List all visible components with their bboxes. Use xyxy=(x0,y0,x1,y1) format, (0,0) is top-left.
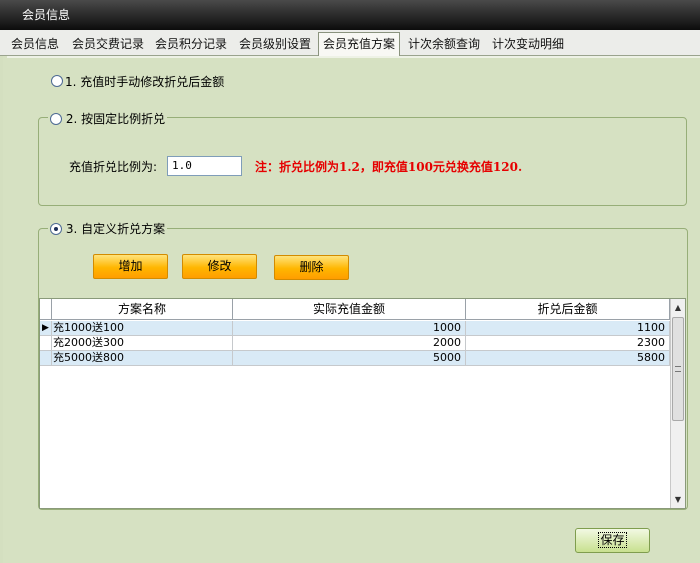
cell-actual-amount[interactable]: 1000 xyxy=(233,321,466,336)
row-header-corner xyxy=(40,299,52,320)
cell-discounted-amount[interactable]: 2300 xyxy=(466,336,670,351)
option1-radio[interactable] xyxy=(51,75,63,87)
tab-count-changes[interactable]: 计次变动明细 xyxy=(492,34,564,54)
cell-discounted-amount[interactable]: 1100 xyxy=(466,321,670,336)
ratio-input[interactable]: 1.0 xyxy=(167,156,242,176)
tab-recharge-plans[interactable]: 会员充值方案 xyxy=(318,32,401,56)
plan-table: 方案名称 实际充值金额 折兑后金额 ▶ 充1000送100 1000 1100 … xyxy=(39,298,686,509)
tab-count-balance[interactable]: 计次余额查询 xyxy=(408,34,480,54)
option2-title: 2. 按固定比例折兑 xyxy=(48,110,168,127)
row-header-cell xyxy=(40,351,52,366)
grip-icon xyxy=(675,366,681,372)
window-title: 会员信息 xyxy=(0,0,700,30)
option3-label[interactable]: 3. 自定义折兑方案 xyxy=(66,222,165,236)
tab-member-info[interactable]: 会员信息 xyxy=(11,34,59,54)
row-pointer-icon: ▶ xyxy=(40,321,52,336)
tab-payment-records[interactable]: 会员交费记录 xyxy=(72,34,144,54)
option3-title: 3. 自定义折兑方案 xyxy=(48,220,168,237)
table-vertical-scrollbar[interactable]: ▲ ▼ xyxy=(670,299,685,508)
add-button[interactable]: 增加 xyxy=(93,254,168,279)
scroll-up-icon[interactable]: ▲ xyxy=(671,300,685,315)
cell-plan-name[interactable]: 充1000送100 xyxy=(52,321,233,336)
tab-bar: 会员信息 会员交费记录 会员积分记录 会员级别设置 会员充值方案 计次余额查询 … xyxy=(0,30,700,56)
option2-label[interactable]: 2. 按固定比例折兑 xyxy=(66,112,165,126)
cell-plan-name[interactable]: 充2000送300 xyxy=(52,336,233,351)
row-header-cell xyxy=(40,336,52,351)
cell-plan-name[interactable]: 充5000送800 xyxy=(52,351,233,366)
ratio-label: 充值折兑比例为: xyxy=(69,160,158,174)
edit-button[interactable]: 修改 xyxy=(182,254,257,279)
table-header: 方案名称 实际充值金额 折兑后金额 xyxy=(40,299,670,320)
col-discounted-amount[interactable]: 折兑后金额 xyxy=(466,299,670,320)
delete-button[interactable]: 删除 xyxy=(274,255,349,280)
option1-label[interactable]: 1. 充值时手动修改折兑后金额 xyxy=(65,73,224,90)
scroll-down-icon[interactable]: ▼ xyxy=(671,492,685,507)
table-row[interactable]: 充2000送300 2000 2300 xyxy=(40,336,670,351)
table-row[interactable]: ▶ 充1000送100 1000 1100 xyxy=(40,321,670,336)
cell-actual-amount[interactable]: 5000 xyxy=(233,351,466,366)
ratio-note: 注：折兑比例为1.2，即充值100元兑换充值120. xyxy=(255,160,523,174)
tab-points-records[interactable]: 会员积分记录 xyxy=(155,34,227,54)
cell-actual-amount[interactable]: 2000 xyxy=(233,336,466,351)
save-button-label: 保存 xyxy=(598,532,627,548)
col-actual-amount[interactable]: 实际充值金额 xyxy=(233,299,466,320)
save-button[interactable]: 保存 xyxy=(575,528,650,553)
table-row[interactable]: 充5000送800 5000 5800 xyxy=(40,351,670,366)
option2-radio[interactable] xyxy=(50,113,62,125)
option3-radio[interactable] xyxy=(50,223,62,235)
cell-discounted-amount[interactable]: 5800 xyxy=(466,351,670,366)
panel-highlight xyxy=(7,56,700,58)
col-plan-name[interactable]: 方案名称 xyxy=(52,299,233,320)
scroll-thumb[interactable] xyxy=(672,317,684,421)
tab-level-settings[interactable]: 会员级别设置 xyxy=(239,34,311,54)
